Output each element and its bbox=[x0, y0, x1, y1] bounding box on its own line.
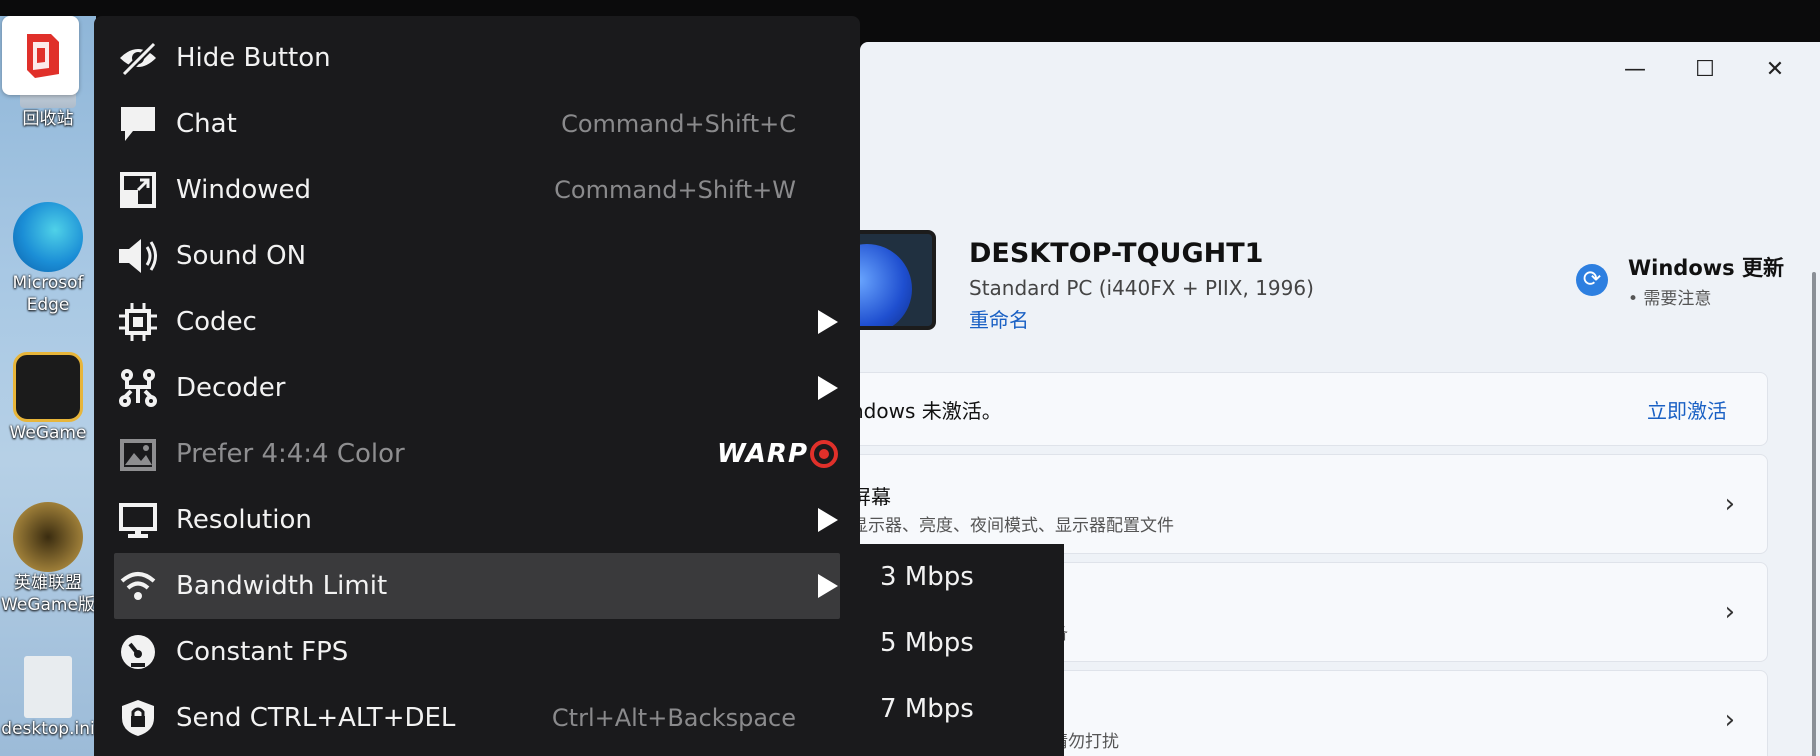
warp-swirl-icon bbox=[810, 440, 838, 468]
app-logo-icon bbox=[26, 33, 59, 78]
menu-item-label: Bandwidth Limit bbox=[176, 571, 388, 601]
menu-item-send-ctrl-alt-del[interactable]: Send CTRL+ALT+DEL Ctrl+Alt+Backspace bbox=[114, 685, 840, 751]
menu-item-constant-fps[interactable]: Constant FPS bbox=[114, 619, 840, 685]
lol-shortcut[interactable]: 英雄联盟 WeGame版 bbox=[0, 502, 96, 616]
menu-item-windowed[interactable]: Windowed Command+Shift+W bbox=[114, 157, 840, 223]
chip-icon bbox=[116, 300, 160, 344]
menu-item-label: Prefer 4:4:4 Color bbox=[176, 439, 405, 469]
device-name: DESKTOP-TQUGHT1 bbox=[969, 238, 1264, 269]
file-icon bbox=[24, 656, 72, 718]
windowed-icon bbox=[116, 168, 160, 212]
wegame-icon bbox=[13, 352, 83, 422]
settings-row-display[interactable]: 屏幕 显示器、亮度、夜间模式、显示器配置文件 › bbox=[850, 454, 1768, 554]
menu-item-shortcut: Ctrl+Alt+Backspace bbox=[551, 704, 796, 732]
windows-update-title[interactable]: Windows 更新 bbox=[1628, 252, 1784, 282]
menu-item-resolution[interactable]: Resolution bbox=[114, 487, 840, 553]
submenu-item-5mbps[interactable]: 5 Mbps bbox=[880, 610, 974, 676]
menu-item-label: Chat bbox=[176, 109, 237, 139]
submenu-arrow-icon bbox=[818, 310, 838, 334]
close-button[interactable]: ✕ bbox=[1740, 42, 1810, 96]
chevron-right-icon: › bbox=[1724, 705, 1735, 735]
windows-update-icon: ⟳ bbox=[1576, 264, 1608, 296]
bandwidth-submenu: 3 Mbps 5 Mbps 7 Mbps bbox=[860, 544, 1064, 756]
menu-item-label: Codec bbox=[176, 307, 257, 337]
desktop-icon-label: 回收站 bbox=[22, 109, 74, 129]
device-description: Standard PC (i440FX + PIIX, 1996) bbox=[969, 276, 1314, 300]
window-controls: — ☐ ✕ bbox=[1600, 42, 1810, 96]
desktop: 回收站 Microsof Edge WeGame 英雄联盟 WeGame版 de… bbox=[0, 16, 96, 756]
desktop-ini-shortcut[interactable]: desktop.ini bbox=[0, 656, 96, 740]
desktop-icon-label: 英雄联盟 bbox=[14, 573, 82, 593]
menu-item-label: Hide Button bbox=[176, 43, 331, 73]
image-icon bbox=[116, 432, 160, 476]
menu-item-label: Constant FPS bbox=[176, 637, 349, 667]
submenu-arrow-icon bbox=[818, 376, 838, 400]
menu-item-label: Windowed bbox=[176, 175, 312, 205]
activation-card: ndows 未激活。 立即激活 bbox=[850, 372, 1768, 446]
monitor-icon bbox=[116, 498, 160, 542]
screen: 回收站 Microsof Edge WeGame 英雄联盟 WeGame版 de… bbox=[0, 0, 1820, 756]
menu-item-label: Sound ON bbox=[176, 241, 307, 271]
chat-icon bbox=[116, 102, 160, 146]
submenu-item-3mbps[interactable]: 3 Mbps bbox=[880, 544, 974, 610]
lock-shield-icon bbox=[116, 696, 160, 740]
decoder-icon bbox=[116, 366, 160, 410]
league-of-legends-icon bbox=[13, 502, 83, 572]
speaker-icon bbox=[116, 234, 160, 278]
edge-shortcut[interactable]: Microsof Edge bbox=[0, 202, 96, 316]
menu-item-codec[interactable]: Codec bbox=[114, 289, 840, 355]
minimize-button[interactable]: — bbox=[1600, 42, 1670, 96]
wifi-icon bbox=[116, 564, 160, 608]
warp-badge-text: WARP bbox=[717, 439, 808, 469]
chevron-right-icon: › bbox=[1724, 597, 1735, 627]
desktop-icon-label: Edge bbox=[26, 295, 70, 315]
gauge-icon bbox=[116, 630, 160, 674]
menu-item-prefer-444-color[interactable]: Prefer 4:4:4 Color WARP bbox=[114, 421, 840, 487]
submenu-item-7mbps[interactable]: 7 Mbps bbox=[880, 676, 974, 742]
wegame-shortcut[interactable]: WeGame bbox=[0, 352, 96, 444]
desktop-icon-label: desktop.ini bbox=[1, 719, 95, 739]
desktop-icon-label: WeGame bbox=[9, 423, 87, 443]
desktop-icon-label: Microsof bbox=[12, 273, 84, 293]
menu-item-decoder[interactable]: Decoder bbox=[114, 355, 840, 421]
maximize-button[interactable]: ☐ bbox=[1670, 42, 1740, 96]
menu-item-bandwidth-limit[interactable]: Bandwidth Limit bbox=[114, 553, 840, 619]
windows-update-status: • 需要注意 bbox=[1628, 289, 1712, 309]
edge-icon bbox=[13, 202, 83, 272]
menu-item-label: Resolution bbox=[176, 505, 312, 535]
submenu-arrow-icon bbox=[818, 508, 838, 532]
app-menu-button[interactable] bbox=[2, 16, 79, 95]
scrollbar[interactable] bbox=[1812, 272, 1816, 756]
eye-off-icon bbox=[116, 36, 160, 80]
menu-item-hide-button[interactable]: Hide Button bbox=[114, 25, 840, 91]
menu-item-label: Send CTRL+ALT+DEL bbox=[176, 703, 456, 733]
activation-status: ndows 未激活。 bbox=[851, 399, 1002, 423]
activate-now-link[interactable]: 立即激活 bbox=[1647, 395, 1727, 424]
submenu-arrow-icon bbox=[818, 574, 838, 598]
chevron-right-icon: › bbox=[1724, 489, 1735, 519]
context-menu: Hide Button Chat Command+Shift+C Windowe… bbox=[94, 16, 860, 756]
menu-item-sound[interactable]: Sound ON bbox=[114, 223, 840, 289]
menu-item-chat[interactable]: Chat Command+Shift+C bbox=[114, 91, 840, 157]
menu-item-shortcut: Command+Shift+C bbox=[561, 110, 796, 138]
warp-badge: WARP bbox=[717, 439, 838, 469]
menu-item-label: Decoder bbox=[176, 373, 286, 403]
menu-item-shortcut: Command+Shift+W bbox=[554, 176, 796, 204]
rename-link[interactable]: 重命名 bbox=[969, 304, 1029, 333]
desktop-icon-label: WeGame版 bbox=[1, 595, 95, 615]
settings-row-subtitle: 显示器、亮度、夜间模式、显示器配置文件 bbox=[851, 516, 1174, 536]
